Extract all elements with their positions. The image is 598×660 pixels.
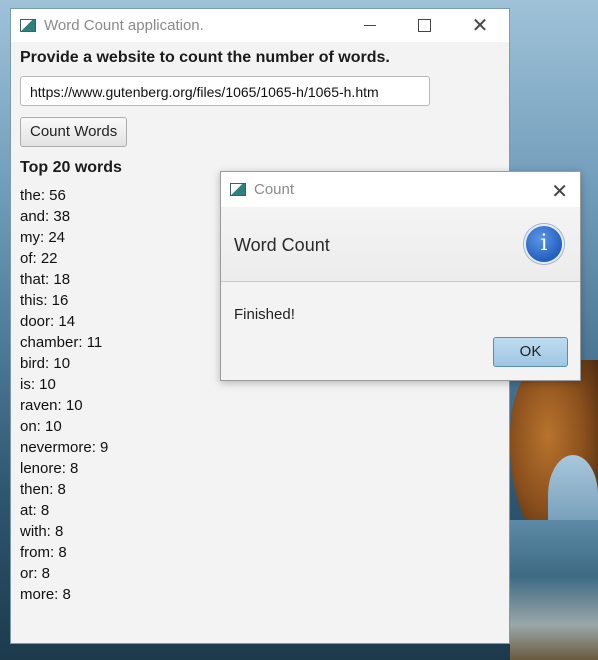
dialog-title: Count	[254, 181, 295, 198]
ok-button[interactable]: OK	[493, 337, 568, 367]
word-item: at: 8	[20, 502, 50, 519]
prompt-label: Provide a website to count the number of…	[20, 49, 390, 66]
word-item: or: 8	[20, 565, 51, 582]
word-item: then: 8	[20, 481, 66, 498]
word-item: from: 8	[20, 544, 67, 561]
close-button[interactable]: ✕	[457, 9, 503, 42]
maximize-button[interactable]	[401, 9, 447, 42]
dialog-message: Finished!	[234, 306, 295, 323]
main-titlebar: Word Count application. ✕	[11, 9, 509, 42]
dialog-close-button[interactable]: ✕	[551, 179, 568, 204]
minimize-button[interactable]	[347, 9, 393, 42]
app-icon	[20, 19, 36, 32]
word-item: nevermore: 9	[20, 439, 109, 456]
dialog-heading: Word Count	[234, 235, 330, 255]
minimize-icon	[364, 25, 376, 26]
word-item: on: 10	[20, 418, 62, 435]
info-icon: i	[524, 224, 564, 264]
word-item: with: 8	[20, 523, 64, 540]
close-icon: ✕	[471, 14, 489, 37]
dialog-titlebar: Count ✕	[221, 172, 580, 207]
word-item: raven: 10	[20, 397, 83, 414]
count-words-button[interactable]: Count Words	[20, 117, 128, 147]
count-dialog: Count ✕ Word Count i Finished! OK	[220, 171, 581, 381]
desktop-sea	[510, 520, 598, 660]
dialog-header: Word Count i	[221, 207, 580, 282]
url-input[interactable]: https://www.gutenberg.org/files/1065/106…	[20, 76, 430, 106]
dialog-app-icon	[230, 183, 246, 196]
maximize-icon	[417, 19, 431, 32]
window-title: Word Count application.	[44, 17, 204, 34]
word-item: more: 8	[20, 586, 71, 603]
word-item: lenore: 8	[20, 460, 79, 477]
